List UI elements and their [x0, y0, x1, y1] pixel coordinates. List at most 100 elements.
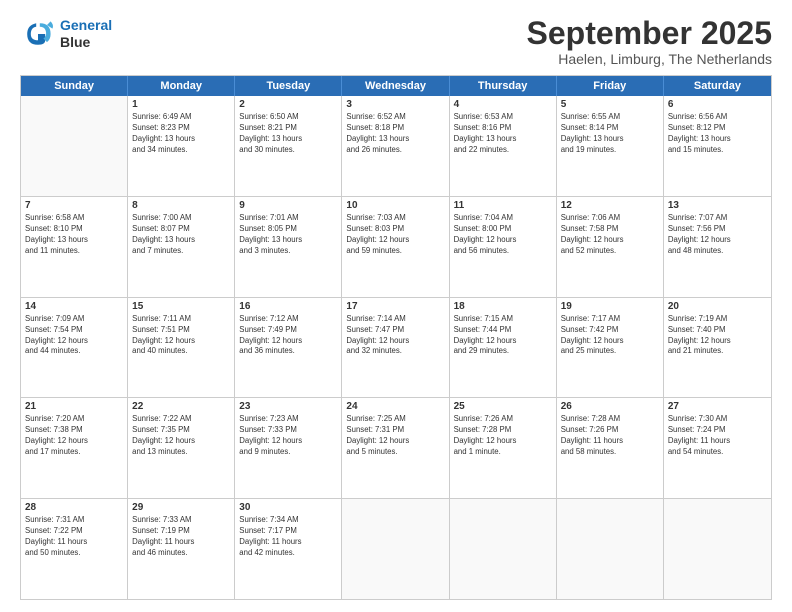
- day-number: 13: [668, 200, 767, 211]
- day-number: 4: [454, 99, 552, 110]
- day-info: Sunrise: 7:22 AM Sunset: 7:35 PM Dayligh…: [132, 414, 230, 458]
- calendar-row-1: 1 Sunrise: 6:49 AM Sunset: 8:23 PM Daylig…: [21, 96, 771, 197]
- day-info: Sunrise: 7:31 AM Sunset: 7:22 PM Dayligh…: [25, 515, 123, 559]
- day-cell-13: 13Sunrise: 7:07 AM Sunset: 7:56 PM Dayli…: [664, 197, 771, 297]
- day-cell-8: 8 Sunrise: 7:00 AM Sunset: 8:07 PM Daylig…: [128, 197, 235, 297]
- day-cell-1: 1 Sunrise: 6:49 AM Sunset: 8:23 PM Daylig…: [128, 96, 235, 196]
- month-title: September 2025: [527, 16, 772, 51]
- day-info: Sunrise: 7:03 AM Sunset: 8:03 PM Dayligh…: [346, 213, 444, 257]
- day-info: Sunrise: 6:52 AM Sunset: 8:18 PM Dayligh…: [346, 112, 444, 156]
- day-cell-24: 24Sunrise: 7:25 AM Sunset: 7:31 PM Dayli…: [342, 398, 449, 498]
- day-cell-26: 26 Sunrise: 7:28 AM Sunset: 7:26 PM Dayli…: [557, 398, 664, 498]
- day-info: Sunrise: 7:06 AM Sunset: 7:58 PM Dayligh…: [561, 213, 659, 257]
- day-info: Sunrise: 7:15 AM Sunset: 7:44 PM Dayligh…: [454, 314, 552, 358]
- day-number: 25: [454, 401, 552, 412]
- day-cell-empty: [664, 499, 771, 599]
- day-number: 8: [132, 200, 230, 211]
- day-number: 17: [346, 301, 444, 312]
- day-info: Sunrise: 6:56 AM Sunset: 8:12 PM Dayligh…: [668, 112, 767, 156]
- weekday-header-tuesday: Tuesday: [235, 76, 342, 96]
- day-cell-25: 25 Sunrise: 7:26 AM Sunset: 7:28 PM Dayli…: [450, 398, 557, 498]
- day-number: 12: [561, 200, 659, 211]
- day-cell-empty: [342, 499, 449, 599]
- day-number: 10: [346, 200, 444, 211]
- day-number: 7: [25, 200, 123, 211]
- day-cell-5: 5 Sunrise: 6:55 AM Sunset: 8:14 PM Daylig…: [557, 96, 664, 196]
- day-cell-28: 28 Sunrise: 7:31 AM Sunset: 7:22 PM Dayli…: [21, 499, 128, 599]
- day-number: 18: [454, 301, 552, 312]
- day-cell-29: 29 Sunrise: 7:33 AM Sunset: 7:19 PM Dayli…: [128, 499, 235, 599]
- day-info: Sunrise: 6:49 AM Sunset: 8:23 PM Dayligh…: [132, 112, 230, 156]
- day-cell-15: 15Sunrise: 7:11 AM Sunset: 7:51 PM Dayli…: [128, 298, 235, 398]
- day-info: Sunrise: 7:09 AM Sunset: 7:54 PM Dayligh…: [25, 314, 123, 358]
- weekday-header-sunday: Sunday: [21, 76, 128, 96]
- logo: General Blue: [20, 16, 112, 52]
- day-number: 27: [668, 401, 767, 412]
- day-number: 21: [25, 401, 123, 412]
- day-cell-3: 3 Sunrise: 6:52 AM Sunset: 8:18 PM Daylig…: [342, 96, 449, 196]
- day-cell-empty: [450, 499, 557, 599]
- day-cell-18: 18 Sunrise: 7:15 AM Sunset: 7:44 PM Dayli…: [450, 298, 557, 398]
- logo-text: General Blue: [60, 17, 112, 51]
- day-info: Sunrise: 7:34 AM Sunset: 7:17 PM Dayligh…: [239, 515, 337, 559]
- calendar-row-5: 28 Sunrise: 7:31 AM Sunset: 7:22 PM Dayli…: [21, 499, 771, 599]
- day-number: 5: [561, 99, 659, 110]
- weekday-header-wednesday: Wednesday: [342, 76, 449, 96]
- day-info: Sunrise: 7:25 AM Sunset: 7:31 PM Dayligh…: [346, 414, 444, 458]
- calendar-header: SundayMondayTuesdayWednesdayThursdayFrid…: [21, 76, 771, 96]
- day-cell-6: 6 Sunrise: 6:56 AM Sunset: 8:12 PM Daylig…: [664, 96, 771, 196]
- day-number: 22: [132, 401, 230, 412]
- day-number: 11: [454, 200, 552, 211]
- day-number: 1: [132, 99, 230, 110]
- day-number: 9: [239, 200, 337, 211]
- day-info: Sunrise: 7:12 AM Sunset: 7:49 PM Dayligh…: [239, 314, 337, 358]
- day-cell-17: 17 Sunrise: 7:14 AM Sunset: 7:47 PM Dayli…: [342, 298, 449, 398]
- day-cell-30: 30Sunrise: 7:34 AM Sunset: 7:17 PM Dayli…: [235, 499, 342, 599]
- day-number: 3: [346, 99, 444, 110]
- day-number: 26: [561, 401, 659, 412]
- calendar-row-3: 14 Sunrise: 7:09 AM Sunset: 7:54 PM Dayli…: [21, 298, 771, 399]
- day-cell-23: 23Sunrise: 7:23 AM Sunset: 7:33 PM Dayli…: [235, 398, 342, 498]
- location-title: Haelen, Limburg, The Netherlands: [527, 51, 772, 67]
- day-info: Sunrise: 7:19 AM Sunset: 7:40 PM Dayligh…: [668, 314, 767, 358]
- day-cell-2: 2Sunrise: 6:50 AM Sunset: 8:21 PM Daylig…: [235, 96, 342, 196]
- header: General Blue September 2025 Haelen, Limb…: [20, 16, 772, 67]
- day-info: Sunrise: 7:23 AM Sunset: 7:33 PM Dayligh…: [239, 414, 337, 458]
- day-number: 19: [561, 301, 659, 312]
- title-block: September 2025 Haelen, Limburg, The Neth…: [527, 16, 772, 67]
- day-cell-27: 27 Sunrise: 7:30 AM Sunset: 7:24 PM Dayli…: [664, 398, 771, 498]
- calendar-body: 1 Sunrise: 6:49 AM Sunset: 8:23 PM Daylig…: [21, 96, 771, 599]
- day-number: 6: [668, 99, 767, 110]
- day-cell-12: 12 Sunrise: 7:06 AM Sunset: 7:58 PM Dayli…: [557, 197, 664, 297]
- weekday-header-monday: Monday: [128, 76, 235, 96]
- day-info: Sunrise: 6:58 AM Sunset: 8:10 PM Dayligh…: [25, 213, 123, 257]
- page: General Blue September 2025 Haelen, Limb…: [0, 0, 792, 612]
- day-number: 28: [25, 502, 123, 513]
- day-cell-4: 4Sunrise: 6:53 AM Sunset: 8:16 PM Daylig…: [450, 96, 557, 196]
- day-info: Sunrise: 7:33 AM Sunset: 7:19 PM Dayligh…: [132, 515, 230, 559]
- day-number: 2: [239, 99, 337, 110]
- day-info: Sunrise: 7:30 AM Sunset: 7:24 PM Dayligh…: [668, 414, 767, 458]
- day-info: Sunrise: 7:26 AM Sunset: 7:28 PM Dayligh…: [454, 414, 552, 458]
- day-info: Sunrise: 7:14 AM Sunset: 7:47 PM Dayligh…: [346, 314, 444, 358]
- day-cell-empty: [557, 499, 664, 599]
- day-number: 29: [132, 502, 230, 513]
- day-info: Sunrise: 7:01 AM Sunset: 8:05 PM Dayligh…: [239, 213, 337, 257]
- day-info: Sunrise: 7:04 AM Sunset: 8:00 PM Dayligh…: [454, 213, 552, 257]
- day-cell-20: 20 Sunrise: 7:19 AM Sunset: 7:40 PM Dayli…: [664, 298, 771, 398]
- calendar-row-2: 7 Sunrise: 6:58 AM Sunset: 8:10 PM Daylig…: [21, 197, 771, 298]
- day-number: 15: [132, 301, 230, 312]
- weekday-header-friday: Friday: [557, 76, 664, 96]
- calendar-row-4: 21Sunrise: 7:20 AM Sunset: 7:38 PM Dayli…: [21, 398, 771, 499]
- day-number: 14: [25, 301, 123, 312]
- day-cell-empty: [21, 96, 128, 196]
- day-info: Sunrise: 7:00 AM Sunset: 8:07 PM Dayligh…: [132, 213, 230, 257]
- day-cell-11: 11 Sunrise: 7:04 AM Sunset: 8:00 PM Dayli…: [450, 197, 557, 297]
- day-info: Sunrise: 7:28 AM Sunset: 7:26 PM Dayligh…: [561, 414, 659, 458]
- day-cell-22: 22 Sunrise: 7:22 AM Sunset: 7:35 PM Dayli…: [128, 398, 235, 498]
- day-info: Sunrise: 7:17 AM Sunset: 7:42 PM Dayligh…: [561, 314, 659, 358]
- day-cell-10: 10 Sunrise: 7:03 AM Sunset: 8:03 PM Dayli…: [342, 197, 449, 297]
- calendar: SundayMondayTuesdayWednesdayThursdayFrid…: [20, 75, 772, 600]
- day-number: 20: [668, 301, 767, 312]
- day-info: Sunrise: 6:55 AM Sunset: 8:14 PM Dayligh…: [561, 112, 659, 156]
